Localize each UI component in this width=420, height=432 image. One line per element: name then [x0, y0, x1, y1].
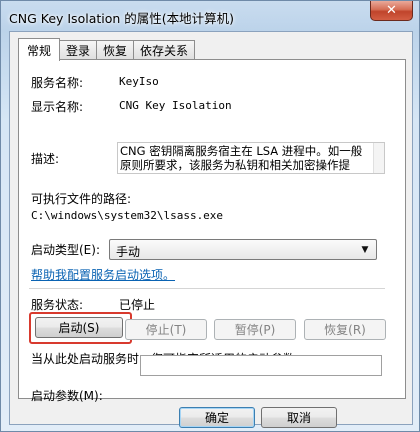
description-label: 描述: — [31, 152, 60, 166]
start-params-input[interactable] — [140, 355, 382, 376]
startup-type-select[interactable]: 手动 ▼ — [109, 239, 377, 260]
tab-recovery-label: 恢复 — [103, 44, 128, 58]
cancel-button-label: 取消 — [286, 411, 311, 425]
close-button[interactable]: ✕ — [370, 1, 413, 21]
ok-button-label: 确定 — [204, 411, 229, 425]
service-name-value: KeyIso — [119, 75, 159, 88]
description-textbox[interactable]: CNG 密钥隔离服务宿主在 LSA 进程中。如一般 原则所要求，该服务为私钥和相… — [117, 142, 385, 174]
stop-button[interactable]: 停止(T) — [125, 319, 207, 340]
properties-dialog: CNG Key Isolation 的属性(本地计算机) ✕ 常规 登录 恢复 … — [0, 0, 420, 432]
tab-logon[interactable]: 登录 — [59, 40, 98, 60]
close-icon: ✕ — [386, 3, 397, 18]
dialog-client-area: 常规 登录 恢复 依存关系 服务名称: KeyIso 显示名称: CNG Key… — [9, 31, 413, 428]
separator — [29, 288, 385, 289]
resume-button[interactable]: 恢复(R) — [304, 319, 386, 340]
service-status-value: 已停止 — [119, 298, 156, 312]
tab-dependencies-label: 依存关系 — [140, 44, 189, 58]
service-name-label: 服务名称: — [31, 76, 84, 90]
pause-button-label: 暂停(P) — [234, 323, 276, 337]
title-bar: CNG Key Isolation 的属性(本地计算机) ✕ — [1, 1, 419, 31]
tab-recovery[interactable]: 恢复 — [96, 40, 135, 60]
description-line-1: CNG 密钥隔离服务宿主在 LSA 进程中。如一般 — [120, 144, 363, 158]
general-tab-panel: 服务名称: KeyIso 显示名称: CNG Key Isolation 描述:… — [18, 59, 406, 403]
stop-button-label: 停止(T) — [145, 323, 187, 337]
startup-type-value: 手动 — [116, 245, 141, 259]
chevron-down-icon: ▼ — [361, 245, 369, 255]
start-button-highlight — [29, 312, 132, 344]
tab-strip: 常规 登录 恢复 依存关系 — [18, 38, 196, 61]
tab-general[interactable]: 常规 — [18, 38, 61, 61]
exe-path-label: 可执行文件的路径: — [31, 192, 132, 206]
resume-button-label: 恢复(R) — [324, 323, 366, 337]
display-name-value: CNG Key Isolation — [119, 99, 232, 112]
tab-logon-label: 登录 — [66, 44, 91, 58]
display-name-label: 显示名称: — [31, 100, 84, 114]
exe-path-value: C:\windows\system32\lsass.exe — [31, 209, 224, 222]
tab-general-label: 常规 — [27, 43, 52, 58]
window-title: CNG Key Isolation 的属性(本地计算机) — [9, 11, 235, 26]
startup-type-label: 启动类型(E): — [31, 243, 100, 257]
tab-dependencies[interactable]: 依存关系 — [133, 40, 196, 60]
help-configure-link[interactable]: 帮助我配置服务启动选项。 — [31, 266, 175, 283]
ok-button[interactable]: 确定 — [179, 407, 255, 428]
pause-button[interactable]: 暂停(P) — [214, 319, 296, 340]
description-line-2: 原则所要求，该服务为私钥和相关加密操作提 — [120, 158, 350, 172]
start-params-label: 启动参数(M): — [31, 389, 103, 403]
cancel-button[interactable]: 取消 — [261, 407, 337, 428]
description-scrollbar[interactable] — [373, 143, 384, 173]
service-status-label: 服务状态: — [31, 298, 84, 312]
